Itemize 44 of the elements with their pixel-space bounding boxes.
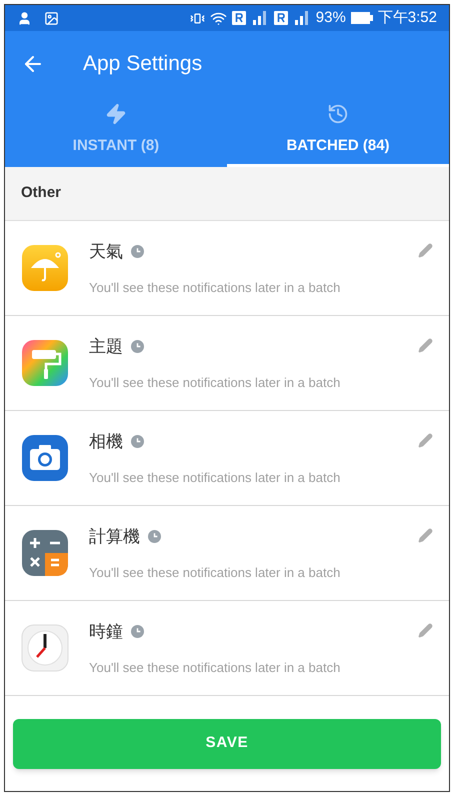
edit-button[interactable] (418, 623, 433, 638)
app-subtitle: You'll see these notifications later in a batch (89, 659, 342, 677)
paint-roller-app-icon (21, 339, 69, 387)
clock-icon (131, 434, 144, 448)
clock-icon (131, 340, 144, 353)
app-subtitle: You'll see these notifications later in a batch (89, 279, 342, 297)
edit-button[interactable] (418, 243, 433, 258)
battery-icon (350, 12, 373, 24)
clock-history-icon (327, 103, 349, 126)
umbrella-app-icon (21, 244, 69, 292)
page-title: App Settings (83, 51, 202, 78)
app-row[interactable]: 計算機 You'll see these notifications later in a batch (5, 506, 449, 601)
edit-button[interactable] (418, 338, 433, 353)
app-name: 主題 (89, 336, 123, 358)
clock-icon (131, 624, 144, 638)
app-row[interactable]: 主題 You'll see these notifications later in a batch (5, 316, 449, 411)
edit-button[interactable] (418, 433, 433, 448)
clock-icon (131, 244, 144, 258)
roaming-icon (232, 11, 246, 25)
app-subtitle: You'll see these notifications later in a batch (89, 564, 342, 582)
app-name: 計算機 (89, 526, 140, 548)
calculator-app-icon (21, 529, 69, 577)
app-subtitle: You'll see these notifications later in a batch (89, 469, 342, 487)
vibrate-icon (190, 10, 205, 26)
app-row[interactable]: 天氣 You'll see these notifications later in a batch (5, 221, 449, 316)
camera-app-icon (21, 434, 69, 482)
app-name: 天氣 (89, 240, 123, 262)
clock-icon (148, 530, 161, 543)
section-header: Other (5, 167, 449, 221)
app-name: 相機 (89, 430, 123, 452)
app-row[interactable]: 時鐘 You'll see these notifications later in a batch (5, 601, 449, 696)
app-row[interactable]: 相機 You'll see these notifications later in a batch (5, 411, 449, 506)
person-icon (17, 10, 32, 26)
signal-icon (292, 10, 311, 26)
image-icon (44, 10, 59, 26)
roaming-icon (274, 11, 288, 25)
clock-app-icon (21, 624, 69, 672)
signal-icon (250, 10, 269, 26)
battery-percent: 93% (316, 8, 346, 28)
clock-time: 下午3:52 (378, 8, 437, 28)
edit-button[interactable] (418, 528, 433, 543)
app-name: 時鐘 (89, 620, 123, 642)
lightning-icon (105, 103, 127, 126)
app-subtitle: You'll see these notifications later in a batch (89, 374, 342, 392)
